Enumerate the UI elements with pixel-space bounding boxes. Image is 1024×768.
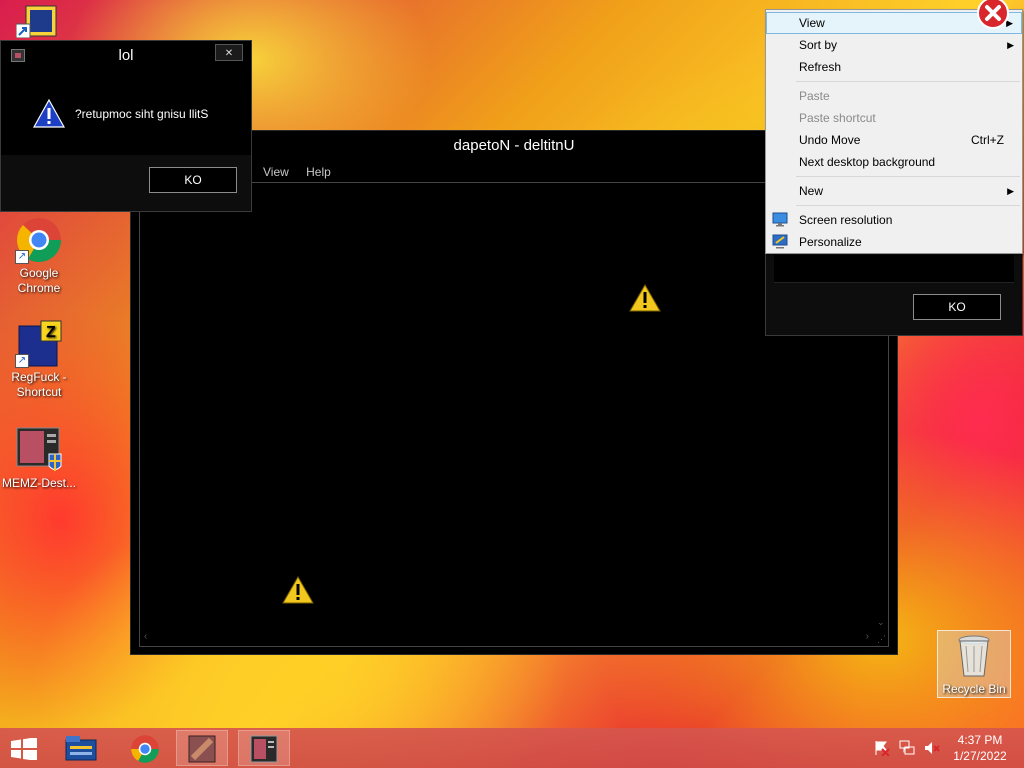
notepad-app-icon — [249, 734, 279, 767]
shortcut-arrow-icon: ↗ — [15, 354, 29, 368]
desktop-icon-label: MEMZ-Dest... — [2, 476, 76, 490]
desktop-context-menu[interactable]: View ▶ Sort by ▶ Refresh Paste Paste sho… — [765, 9, 1023, 254]
desktop-icon-partial[interactable] — [14, 0, 64, 40]
desktop-icon-recycle-bin[interactable]: Recycle Bin — [937, 630, 1011, 698]
menu-item-label: Sort by — [799, 38, 838, 52]
file-explorer-icon — [64, 734, 98, 765]
personalize-icon — [772, 234, 788, 249]
taskbar-chrome[interactable] — [120, 730, 172, 766]
taskbar: 4:37 PM 1/27/2022 — [0, 728, 1024, 768]
menu-item-sort-by[interactable]: Sort by ▶ — [766, 34, 1022, 56]
menu-item-undo-move[interactable]: Undo Move Ctrl+Z — [766, 129, 1022, 151]
menu-item-label: Paste shortcut — [799, 111, 876, 125]
menu-item-label: Undo Move — [799, 133, 861, 147]
message-box-title: lol — [118, 47, 134, 64]
error-icon — [976, 0, 1010, 30]
svg-text:Z: Z — [46, 324, 56, 341]
menu-item-refresh[interactable]: Refresh — [766, 56, 1022, 78]
menu-item-label: Personalize — [799, 235, 862, 249]
desktop-icon-label: Recycle Bin — [942, 682, 1006, 696]
memz-icon — [187, 734, 217, 767]
start-button[interactable] — [0, 730, 48, 766]
message-text: ?retupmoc siht gnisu llitS — [75, 107, 209, 121]
menu-item-label: Refresh — [799, 60, 842, 74]
menu-item-new[interactable]: New ▶ — [766, 180, 1022, 202]
desktop-icon-memz[interactable]: MEMZ-Dest... — [2, 426, 76, 491]
message-box-body: ?retupmoc siht gnisu llitS — [9, 71, 245, 155]
ok-button-2[interactable]: KO — [913, 294, 1001, 320]
shortcut-arrow-icon: ↗ — [15, 250, 29, 264]
message-box-second-body — [774, 255, 1014, 283]
app-icon — [11, 49, 25, 62]
recycle-bin-icon — [950, 632, 998, 680]
warning-icon — [629, 283, 661, 315]
horizontal-scrollbar[interactable]: ‹ › — [140, 630, 873, 646]
chrome-icon: ↗ — [15, 216, 63, 264]
menu-separator — [796, 205, 1020, 206]
message-box-lol[interactable]: lol ✕ ?retupmoc siht gnisu llitS KO — [0, 40, 252, 212]
menu-item-label: Screen resolution — [799, 213, 893, 227]
memz-icon — [15, 426, 63, 474]
notepad-title: dapetoN - deltitnU — [453, 137, 575, 154]
menu-item-label: Next desktop background — [799, 155, 936, 169]
menu-help[interactable]: Help — [306, 165, 331, 179]
message-box-second[interactable]: KO — [765, 250, 1023, 336]
message-box-titlebar[interactable]: lol ✕ — [1, 41, 251, 71]
menu-item-personalize[interactable]: Personalize — [766, 231, 1022, 253]
desktop-icon-regfuck-shortcut[interactable]: Z ↗ RegFuck - Shortcut — [2, 320, 76, 400]
network-icon[interactable] — [899, 740, 915, 759]
menu-item-label: New — [799, 184, 824, 198]
regfuck-icon: Z ↗ — [15, 320, 63, 368]
scroll-left-icon[interactable]: ‹ — [144, 631, 147, 642]
action-center-icon[interactable] — [874, 740, 890, 759]
scroll-down-icon[interactable]: ⌄ — [877, 617, 885, 628]
desktop-icon-label: RegFuck - Shortcut — [11, 370, 67, 399]
menu-item-shortcut: Ctrl+Z — [971, 133, 1004, 147]
volume-muted-icon[interactable] — [924, 740, 940, 759]
menu-item-label: Paste — [799, 89, 830, 103]
menu-separator — [796, 176, 1020, 177]
resize-grip-icon[interactable]: ⋰ — [877, 634, 886, 645]
chrome-icon — [130, 734, 160, 767]
menu-view[interactable]: View — [263, 165, 289, 179]
submenu-arrow-icon: ▶ — [1007, 40, 1014, 50]
desktop-icon-partial-image — [15, 0, 62, 39]
submenu-arrow-icon: ▶ — [1007, 186, 1014, 196]
scroll-right-icon[interactable]: › — [866, 631, 869, 642]
desktop-icon-label: Google Chrome — [17, 266, 61, 295]
taskbar-file-explorer[interactable] — [56, 730, 108, 766]
menu-separator — [796, 81, 1020, 82]
menu-item-paste[interactable]: Paste — [766, 85, 1022, 107]
taskbar-notepad[interactable] — [238, 730, 290, 766]
monitor-icon — [772, 212, 788, 227]
warning-icon — [282, 575, 314, 607]
clock-date: 1/27/2022 — [953, 749, 1007, 763]
close-button[interactable]: ✕ — [215, 44, 243, 61]
warning-icon — [32, 98, 66, 131]
menu-item-next-desktop-background[interactable]: Next desktop background — [766, 151, 1022, 173]
desktop-icon-google-chrome[interactable]: ↗ Google Chrome — [2, 216, 76, 296]
clock[interactable]: 4:37 PM 1/27/2022 — [948, 732, 1012, 764]
ok-button[interactable]: KO — [149, 167, 237, 193]
menu-item-label: View — [799, 16, 825, 30]
menu-item-paste-shortcut[interactable]: Paste shortcut — [766, 107, 1022, 129]
clock-time: 4:37 PM — [957, 733, 1003, 747]
menu-item-screen-resolution[interactable]: Screen resolution — [766, 209, 1022, 231]
taskbar-memz[interactable] — [176, 730, 228, 766]
windows-logo-icon — [11, 737, 37, 763]
